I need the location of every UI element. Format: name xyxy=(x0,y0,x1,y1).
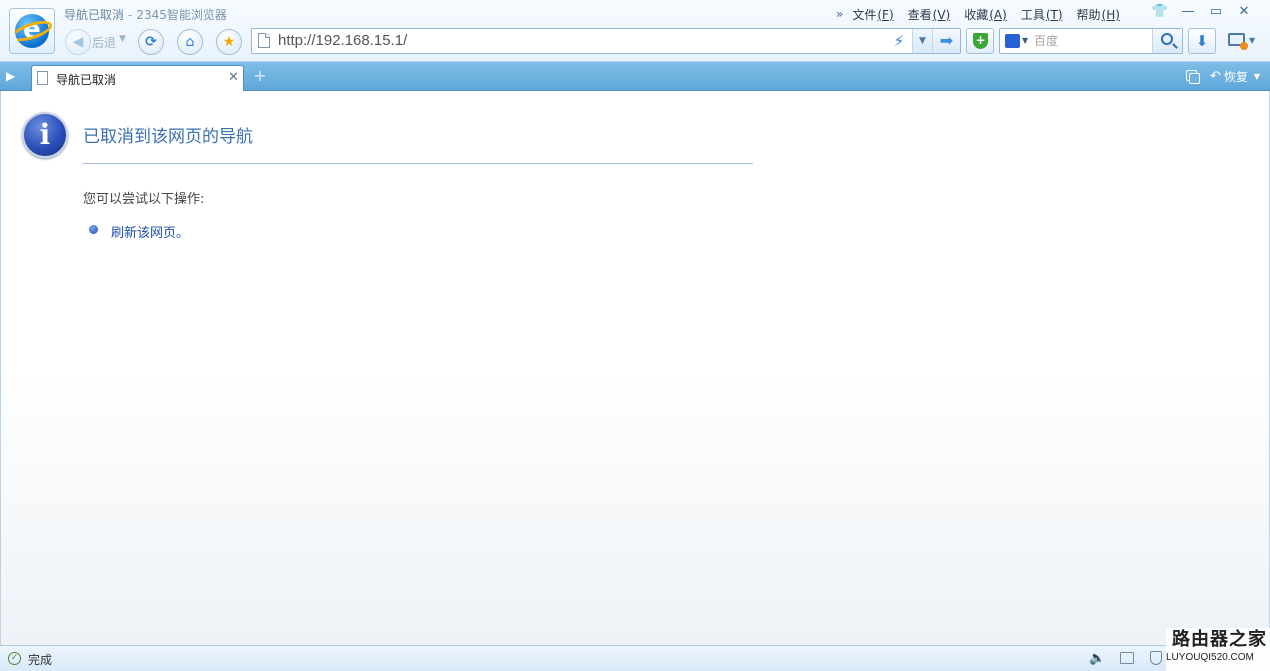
shield-icon: + xyxy=(973,33,988,49)
window-icon[interactable] xyxy=(1120,652,1134,664)
maximize-button[interactable]: ▭ xyxy=(1202,2,1230,22)
divider xyxy=(83,163,753,164)
search-input[interactable] xyxy=(1034,31,1150,51)
restore-chevron-icon: ▼ xyxy=(1253,71,1261,81)
page-icon xyxy=(258,33,270,48)
browser-logo-icon[interactable]: e xyxy=(9,8,55,54)
page-content: i 已取消到该网页的导航 您可以尝试以下操作: 刷新该网页。 xyxy=(0,91,1270,645)
search-icon xyxy=(1161,33,1173,45)
lightning-icon[interactable]: ⚡ xyxy=(890,32,908,50)
suggestion-heading: 您可以尝试以下操作: xyxy=(83,192,205,207)
close-button[interactable]: ✕ xyxy=(1230,2,1258,22)
download-icon: ⬇ xyxy=(1195,32,1209,50)
status-bar: ✓ 完成 🔈 xyxy=(0,645,1270,671)
refresh-icon: ⟳ xyxy=(145,34,157,50)
window-controls: 👕 — ▭ ✕ xyxy=(1146,2,1258,24)
tab-bar: ▶ 导航已取消 ✕ + ↶ 恢复 ▼ xyxy=(0,62,1270,91)
back-arrow-icon: ◀ xyxy=(72,34,84,50)
minimize-button[interactable]: — xyxy=(1174,2,1202,22)
search-engine-chevron-icon[interactable]: ▼ xyxy=(1022,36,1028,45)
url-input[interactable]: http://192.168.15.1/ xyxy=(278,32,407,49)
menu-help[interactable]: 帮助(H) xyxy=(1077,6,1120,23)
main-menu-chevron-icon: ▼ xyxy=(1249,36,1256,45)
address-bar[interactable]: http://192.168.15.1/ ⚡ ▼ ➡ xyxy=(251,28,961,54)
window-title-separator: - xyxy=(128,8,133,22)
star-icon: ★ xyxy=(222,34,236,50)
menu-favorites[interactable]: 收藏(A) xyxy=(964,6,1007,23)
back-history-chevron-icon[interactable]: ▼ xyxy=(119,34,126,44)
info-icon: i xyxy=(22,112,68,158)
go-button[interactable]: ➡ xyxy=(932,29,960,53)
baidu-paw-icon[interactable]: 🐾 xyxy=(1005,34,1020,48)
home-button[interactable]: ⌂ xyxy=(177,29,203,55)
menu-tools[interactable]: 工具(T) xyxy=(1021,6,1063,23)
info-letter: i xyxy=(39,118,51,151)
security-status-icon[interactable] xyxy=(1150,651,1162,665)
window-title-page: 导航已取消 xyxy=(64,8,125,22)
restore-label: 恢复 xyxy=(1223,69,1248,84)
home-icon: ⌂ xyxy=(185,34,195,50)
tab-close-icon[interactable]: ✕ xyxy=(228,70,239,85)
back-button[interactable]: ◀ xyxy=(65,29,91,55)
window-title: 导航已取消 -2345智能浏览器 xyxy=(64,6,227,23)
tab-page-icon xyxy=(37,71,48,85)
status-text: 完成 xyxy=(28,653,53,667)
status-check-icon: ✓ xyxy=(8,652,21,665)
new-tab-button[interactable]: + xyxy=(251,67,269,85)
tab-title: 导航已取消 xyxy=(56,73,117,87)
browser-toolbar: e 导航已取消 -2345智能浏览器 » 文件(F) 查看(V) 收藏(A) 工具… xyxy=(0,0,1270,62)
sidebar-toggle-icon[interactable]: ▶ xyxy=(6,68,24,84)
tab-overview-button[interactable] xyxy=(1184,67,1202,85)
notification-badge xyxy=(1240,42,1248,50)
go-arrow-icon: ➡ xyxy=(939,31,954,50)
menu-bar: » 文件(F) 查看(V) 收藏(A) 工具(T) 帮助(H) xyxy=(836,6,1134,22)
bullet-icon xyxy=(89,225,98,234)
watermark-name: 路由器之家 xyxy=(1172,629,1267,650)
menu-view[interactable]: 查看(V) xyxy=(908,6,951,23)
page-title: 已取消到该网页的导航 xyxy=(83,127,253,147)
download-button[interactable]: ⬇ xyxy=(1188,28,1216,54)
search-button[interactable] xyxy=(1152,29,1182,53)
refresh-page-link[interactable]: 刷新该网页。 xyxy=(111,222,189,241)
favorites-button[interactable]: ★ xyxy=(216,29,242,55)
tab-overview-icon-front xyxy=(1189,73,1200,84)
volume-icon[interactable]: 🔈 xyxy=(1089,651,1105,666)
watermark: 路由器之家 LUYOUQI520.COM xyxy=(1166,628,1270,671)
menu-file[interactable]: 文件(F) xyxy=(852,6,893,23)
window-title-app: 2345智能浏览器 xyxy=(136,8,227,22)
search-box: 🐾 ▼ xyxy=(999,28,1183,54)
undo-arrow-icon: ↶ xyxy=(1210,68,1221,84)
menu-expand-chevron-icon[interactable]: » xyxy=(836,7,843,21)
main-menu-button[interactable]: ▼ xyxy=(1222,28,1258,54)
security-button[interactable]: + xyxy=(966,28,994,54)
url-dropdown-chevron-icon[interactable]: ▼ xyxy=(912,29,932,53)
back-label[interactable]: 后退 xyxy=(92,34,116,51)
refresh-button[interactable]: ⟳ xyxy=(138,29,164,55)
tab-active[interactable]: 导航已取消 ✕ xyxy=(31,65,244,91)
watermark-url: LUYOUQI520.COM xyxy=(1166,652,1254,663)
skin-shirt-icon[interactable]: 👕 xyxy=(1146,2,1174,22)
restore-button[interactable]: ↶ 恢复 ▼ xyxy=(1210,67,1260,85)
